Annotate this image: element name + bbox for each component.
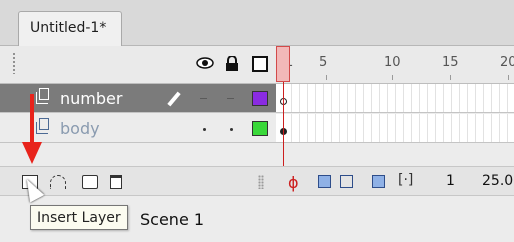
pencil-icon [167, 91, 181, 107]
ruler-label: 15 [442, 55, 459, 70]
ruler-tick [392, 75, 393, 80]
toolbar-divider [258, 175, 264, 189]
panel-grip[interactable] [12, 52, 17, 74]
document-tab[interactable]: Untitled-1* [18, 11, 122, 46]
timeline-panel: Untitled-1* 1 5 10 15 20 number [0, 0, 514, 242]
current-frame-readout: 1 [446, 173, 455, 189]
frame-ruler[interactable]: 1 5 10 15 20 [274, 46, 514, 84]
trash-icon[interactable] [110, 175, 122, 189]
annotation-arrow-icon [22, 94, 42, 164]
ruler-tick [508, 75, 509, 80]
lock-toggle[interactable] [230, 128, 233, 131]
folder-icon[interactable] [82, 175, 98, 189]
edit-multiple-frames-icon[interactable] [372, 175, 385, 188]
document-tab-strip: Untitled-1* [0, 0, 514, 46]
lock-toggle[interactable] [227, 98, 234, 99]
ruler-label: 20 [500, 55, 514, 70]
layer-name[interactable]: number [60, 89, 122, 108]
eye-icon[interactable] [196, 56, 214, 70]
ruler-label: 5 [319, 55, 328, 70]
center-frame-icon[interactable]: ϕ [288, 173, 299, 192]
tooltip-text: Insert Layer [37, 210, 121, 226]
ruler-tick [326, 75, 327, 80]
ruler-tick [450, 75, 451, 80]
layer-color-swatch[interactable] [252, 121, 268, 136]
timeline-toolbar: ϕ [·] 1 25.0 [0, 166, 514, 196]
visibility-toggle[interactable] [203, 128, 206, 131]
playhead-marker[interactable] [276, 46, 290, 82]
tooltip: Insert Layer [30, 205, 128, 230]
motion-guide-icon[interactable] [50, 175, 66, 189]
frame-track-number[interactable] [276, 84, 514, 113]
onion-skin-icon[interactable] [318, 175, 331, 188]
ruler-label: 10 [384, 55, 401, 70]
modify-markers-icon[interactable]: [·] [398, 172, 413, 188]
lock-icon[interactable] [225, 56, 239, 72]
frame-rate-readout[interactable]: 25.0 [482, 173, 513, 189]
frame-track-body[interactable] [276, 114, 514, 143]
layer-color-swatch[interactable] [252, 91, 268, 106]
visibility-toggle[interactable] [200, 98, 207, 99]
frame-area-empty [276, 144, 514, 166]
outline-icon[interactable] [252, 56, 268, 72]
onion-outline-icon[interactable] [340, 175, 353, 188]
scene-label[interactable]: Scene 1 [140, 210, 204, 229]
document-tab-title: Untitled-1* [30, 20, 107, 36]
layer-name[interactable]: body [60, 119, 100, 138]
timeline-header: 1 5 10 15 20 [0, 46, 514, 84]
